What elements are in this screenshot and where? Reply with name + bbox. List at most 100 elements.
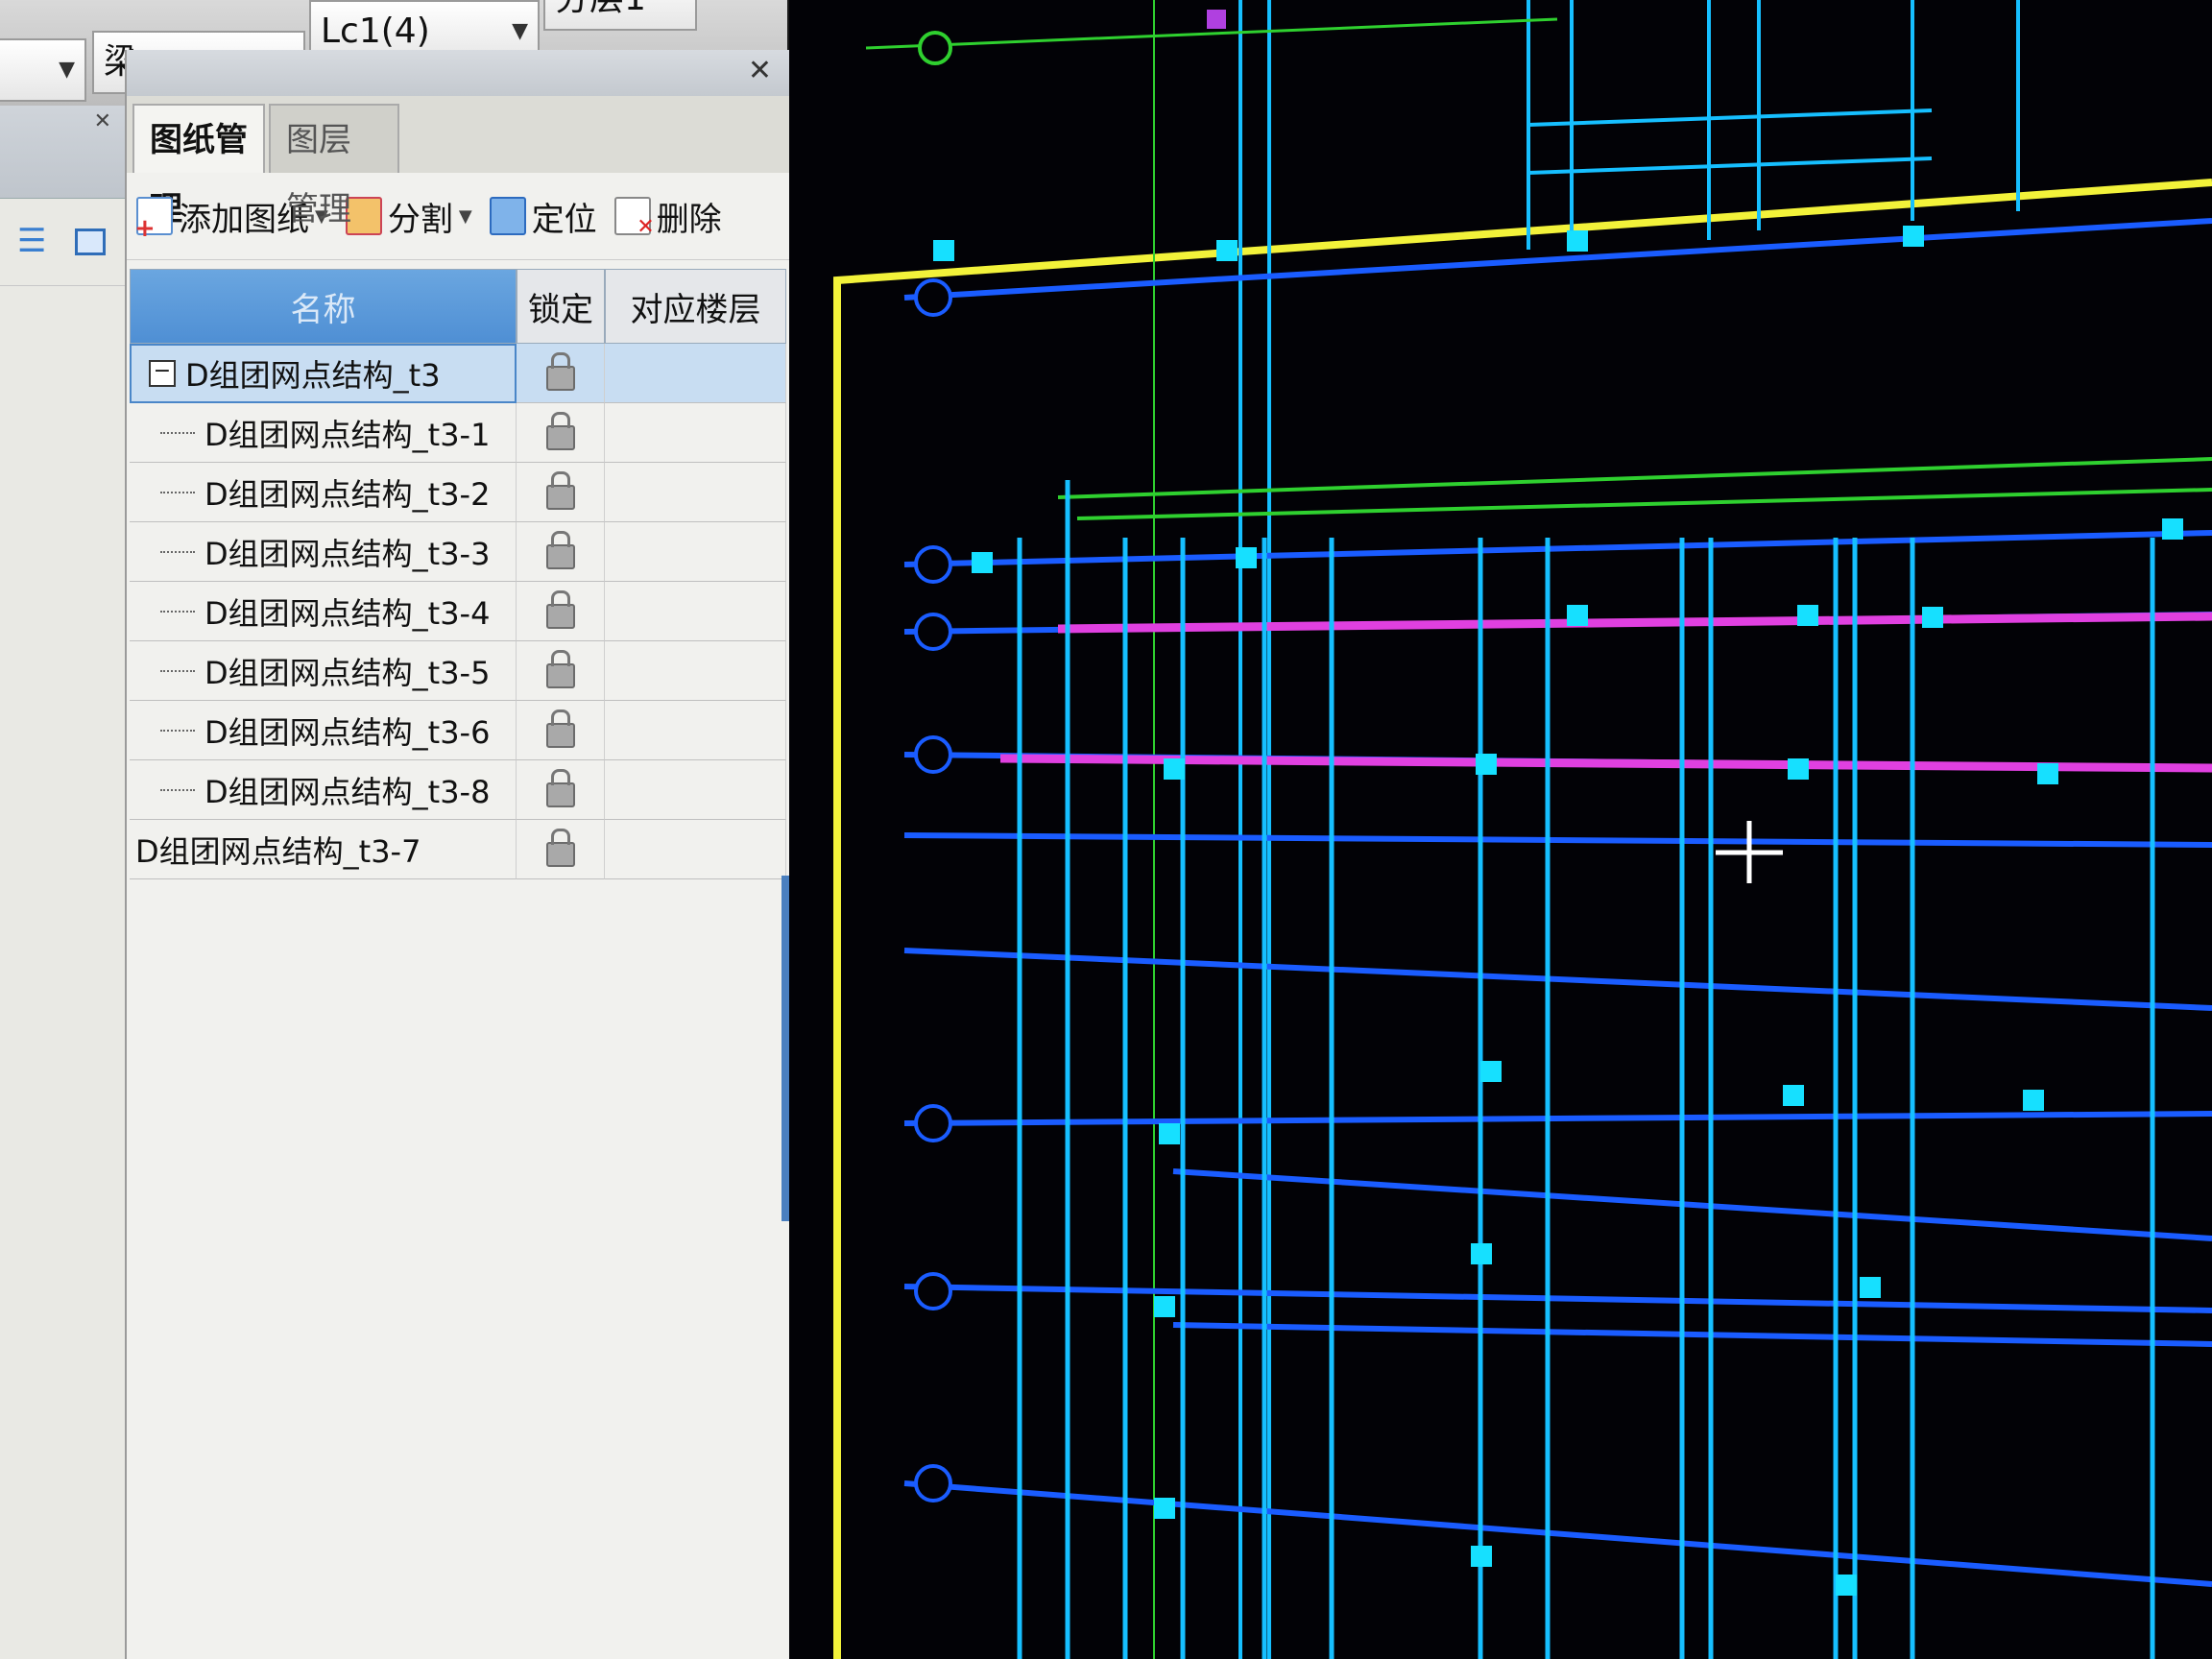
chevron-down-icon[interactable]: ▼ [459,206,472,227]
add-drawing-icon [134,197,173,243]
beams [903,218,2212,1587]
lock-icon [545,351,575,391]
row-name: D组团网点结构_t3-8 [204,773,491,810]
locate-label: 定位 [531,200,597,239]
column-nodes [933,226,2183,1596]
column-header-floor[interactable]: 对应楼层 [605,269,786,344]
lock-icon [545,411,575,450]
close-icon[interactable]: ✕ [94,109,111,133]
drawings-table: 名称 锁定 对应楼层 − D组团网点结构_t3 D组团网点结构_t3-1 D组团… [130,269,786,879]
row-name: D组团网点结构_t3-4 [204,594,491,632]
tree-line [160,729,195,732]
floor-cell[interactable] [605,701,786,760]
row-name-cell: D组团网点结构_t3-6 [130,701,517,760]
left-dock-header: ✕ [0,106,125,199]
tab-drawing-management[interactable]: 图纸管理 [132,104,265,228]
delete-label: 删除 [656,200,722,239]
row-name-cell: − D组团网点结构_t3 [130,344,517,403]
chevron-down-icon: ▼ [59,58,75,82]
floor-cell[interactable] [605,522,786,582]
lock-cell[interactable] [517,641,605,701]
table-row[interactable]: D组团网点结构_t3-1 [130,403,786,463]
row-name: D组团网点结构_t3-2 [204,475,491,513]
table-header: 名称 锁定 对应楼层 [130,269,786,344]
table-row[interactable]: D组团网点结构_t3-8 [130,760,786,820]
table-row[interactable]: D组团网点结构_t3-4 [130,582,786,641]
row-name-cell: D组团网点结构_t3-1 [130,403,517,463]
element-name-value: Lc1(4) [321,12,430,51]
table-row[interactable]: D组团网点结构_t3-6 [130,701,786,760]
row-name-cell: D组团网点结构_t3-3 [130,522,517,582]
split-button[interactable]: 分割 ▼ [345,193,472,240]
floor-cell[interactable] [605,641,786,701]
table-row[interactable]: D组团网点结构_t3-7 [130,820,786,879]
drawing-border [833,179,2212,1659]
floor-cell[interactable] [605,820,786,879]
locate-icon [489,197,526,235]
row-name: D组团网点结构_t3-6 [204,713,491,751]
lock-icon [545,589,575,629]
lock-icon [545,768,575,807]
row-name-cell: D组团网点结构_t3-7 [130,820,517,879]
row-name: D组团网点结构_t3-3 [204,535,491,572]
lock-icon [545,470,575,510]
delete-icon [613,197,655,239]
lock-icon [545,530,575,569]
table-row[interactable]: D组团网点结构_t3-5 [130,641,786,701]
tree-line [160,431,195,434]
floor-cell[interactable] [605,582,786,641]
table-row[interactable]: − D组团网点结构_t3 [130,344,786,403]
table-row[interactable]: D组团网点结构_t3-3 [130,522,786,582]
delete-button[interactable]: 删除 [613,193,722,240]
row-name-cell: D组团网点结构_t3-4 [130,582,517,641]
tree-line [160,788,195,791]
layer-combo[interactable]: 分层1 [543,0,697,31]
columns [1017,480,2155,1659]
tree-line [160,669,195,672]
cad-drawing-canvas[interactable] [789,0,2212,1659]
lock-cell[interactable] [517,344,605,403]
drawing-management-panel: ✕ 图纸管理 图层管理 添加图纸 ▼ 分割 ▼ 定位 删除 名称 锁定 对应楼层 [125,50,791,1659]
tree-line [160,550,195,553]
lock-cell[interactable] [517,760,605,820]
floor-cell[interactable] [605,760,786,820]
axis-lines [1057,457,2212,520]
lock-cell[interactable] [517,463,605,522]
row-name-cell: D组团网点结构_t3-2 [130,463,517,522]
floor-cell[interactable] [605,403,786,463]
lock-icon [545,649,575,688]
close-icon[interactable]: ✕ [748,54,772,87]
crosshair-cursor-icon [1716,821,1783,883]
lock-cell[interactable] [517,522,605,582]
panel-toolbar: 添加图纸 ▼ 分割 ▼ 定位 删除 [127,173,791,260]
column-header-name[interactable]: 名称 [130,269,517,344]
lock-icon [545,828,575,867]
panel-titlebar: ✕ [127,50,791,96]
layer-value: 分层1 [555,0,646,18]
row-name: D组团网点结构_t3-1 [204,416,491,453]
collapse-icon[interactable]: − [149,360,176,387]
tab-layer-management[interactable]: 图层管理 [269,104,399,228]
panel-tabs: 图纸管理 图层管理 [127,96,791,228]
list-view-icon[interactable] [17,222,46,260]
left-dock-icons [0,199,125,286]
lock-cell[interactable] [517,582,605,641]
window-view-icon[interactable] [75,228,106,255]
column-header-lock[interactable]: 锁定 [517,269,605,344]
tree-line [160,610,195,613]
row-name-cell: D组团网点结构_t3-8 [130,760,517,820]
row-name: D组团网点结构_t3 [185,357,441,394]
floor-cell[interactable] [605,463,786,522]
floor-cell[interactable] [605,344,786,403]
lock-cell[interactable] [517,820,605,879]
category-combo[interactable]: ▼ [0,38,86,102]
row-name: D组团网点结构_t3-7 [135,832,421,870]
left-dock-panel: ✕ [0,106,127,1659]
split-label: 分割 [387,200,453,239]
tree-line [160,491,195,493]
table-row[interactable]: D组团网点结构_t3-2 [130,463,786,522]
lock-icon [545,709,575,748]
lock-cell[interactable] [517,701,605,760]
lock-cell[interactable] [517,403,605,463]
locate-button[interactable]: 定位 [489,193,597,240]
